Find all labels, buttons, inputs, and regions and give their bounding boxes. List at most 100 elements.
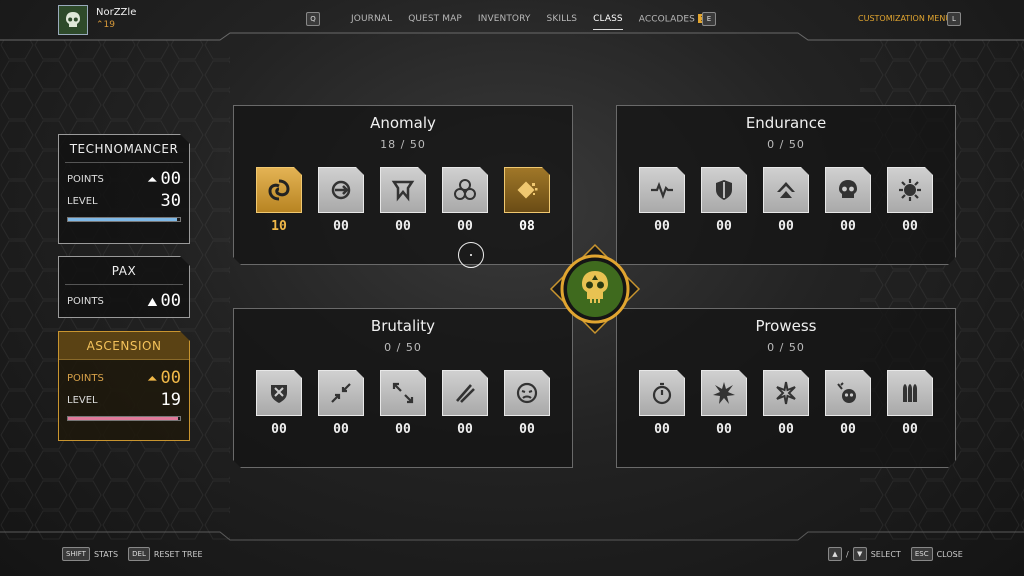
ascension-progress <box>67 416 181 421</box>
main-nav: JOURNAL QUEST MAP INVENTORY SKILLS CLASS… <box>351 14 723 29</box>
armor-icon <box>256 370 302 416</box>
cursor-reticle <box>458 242 484 268</box>
prowess-count: 0 / 50 <box>767 341 805 354</box>
technomancer-level: 30 <box>160 191 181 211</box>
tab-class[interactable]: CLASS <box>593 14 623 29</box>
close-label[interactable]: CLOSE <box>937 550 963 559</box>
select-label[interactable]: SELECT <box>871 550 901 559</box>
ascension-card[interactable]: ASCENSION POINTS ⏶ 00 LEVEL 19 <box>58 331 190 441</box>
face-icon <box>504 370 550 416</box>
prev-tab-key[interactable]: Q <box>306 12 320 26</box>
skill-value: 00 <box>716 219 732 234</box>
customization-menu-link[interactable]: CUSTOMIZATION MENU <box>858 14 951 23</box>
skill-value: 00 <box>716 422 732 437</box>
brutality-skill-3[interactable]: 00 <box>380 370 426 437</box>
spark-icon <box>763 370 809 416</box>
tab-inventory[interactable]: INVENTORY <box>478 14 531 25</box>
blades-icon <box>442 370 488 416</box>
arrows-out-icon <box>380 370 426 416</box>
arrow-up-icon <box>763 167 809 213</box>
level-chevron-icon: ⌃ <box>96 20 104 30</box>
tab-quest-map[interactable]: QUEST MAP <box>408 14 462 25</box>
pax-points-label: POINTS <box>67 295 104 307</box>
prowess-skill-4[interactable]: 00 <box>825 370 871 437</box>
next-tab-key[interactable]: E <box>702 12 716 26</box>
heartbeat-icon <box>639 167 685 213</box>
endurance-skill-4[interactable]: 00 <box>825 167 871 234</box>
prowess-tree: Prowess 0 / 50 00 00 00 00 00 <box>616 308 956 468</box>
endurance-skill-2[interactable]: 00 <box>701 167 747 234</box>
brutality-skill-2[interactable]: 00 <box>318 370 364 437</box>
ascension-points-label: POINTS <box>67 372 104 384</box>
skill-value: 00 <box>519 422 535 437</box>
stats-key[interactable]: SHIFT <box>62 547 90 561</box>
ascension-points: 00 <box>160 368 181 388</box>
endurance-skill-1[interactable]: 00 <box>639 167 685 234</box>
tab-journal[interactable]: JOURNAL <box>351 14 392 25</box>
shatter-icon <box>504 167 550 213</box>
ascension-chevron-icon: ⏶ <box>147 372 158 387</box>
skill-value: 00 <box>654 422 670 437</box>
prowess-skill-1[interactable]: 00 <box>639 370 685 437</box>
endurance-count: 0 / 50 <box>767 138 805 151</box>
endurance-skill-5[interactable]: 00 <box>887 167 933 234</box>
anomaly-skill-1[interactable]: 10 <box>256 167 302 234</box>
down-arrow-icon[interactable]: ▼ <box>852 547 867 561</box>
anomaly-skill-3[interactable]: 00 <box>380 167 426 234</box>
skill-value: 00 <box>457 219 473 234</box>
prowess-skill-3[interactable]: 00 <box>763 370 809 437</box>
skill-value: 08 <box>519 219 535 234</box>
fang-icon <box>380 167 426 213</box>
class-emblem <box>549 243 641 335</box>
bullets-icon <box>887 370 933 416</box>
footer-right: ▲ / ▼ SELECT ESC CLOSE <box>828 547 969 561</box>
skill-value: 00 <box>457 422 473 437</box>
skull-icon <box>66 12 80 27</box>
skill-value: 00 <box>271 422 287 437</box>
technomancer-title: TECHNOMANCER <box>65 135 183 163</box>
explosion-icon <box>701 370 747 416</box>
ascension-level: 19 <box>160 390 181 410</box>
brutality-skill-4[interactable]: 00 <box>442 370 488 437</box>
anomaly-skill-4[interactable]: 00 <box>442 167 488 234</box>
stats-label[interactable]: STATS <box>94 550 118 559</box>
technomancer-progress <box>67 217 181 222</box>
brutality-title: Brutality <box>370 317 436 335</box>
pax-mountain-icon: ⛰ <box>147 295 158 309</box>
skill-value: 00 <box>395 219 411 234</box>
endurance-tree: Endurance 0 / 50 00 00 00 00 00 <box>616 105 956 265</box>
burst-icon <box>318 167 364 213</box>
skill-value: 00 <box>778 219 794 234</box>
prowess-title: Prowess <box>755 317 817 335</box>
skill-value: 00 <box>840 219 856 234</box>
up-arrow-icon[interactable]: ▲ <box>828 547 842 561</box>
vortex-icon <box>256 167 302 213</box>
skill-value: 00 <box>902 219 918 234</box>
ascension-progress-fill <box>68 417 178 420</box>
endurance-title: Endurance <box>745 114 827 132</box>
prowess-skill-5[interactable]: 00 <box>887 370 933 437</box>
top-divider <box>0 32 1024 41</box>
endurance-skill-3[interactable]: 00 <box>763 167 809 234</box>
technomancer-level-label: LEVEL <box>67 195 98 207</box>
tab-skills[interactable]: SKILLS <box>547 14 578 25</box>
anomaly-skill-5[interactable]: 08 <box>504 167 550 234</box>
close-key[interactable]: ESC <box>910 547 933 561</box>
prowess-skill-2[interactable]: 00 <box>701 370 747 437</box>
technomancer-progress-fill <box>68 218 177 221</box>
anomaly-skill-2[interactable]: 00 <box>318 167 364 234</box>
skill-value: 00 <box>395 422 411 437</box>
technomancer-points: 00 <box>160 169 181 189</box>
tab-accolades[interactable]: ACCOLADES1 <box>639 14 707 25</box>
reset-key[interactable]: DEL <box>128 547 150 561</box>
stopwatch-icon <box>639 370 685 416</box>
brutality-skill-1[interactable]: 00 <box>256 370 302 437</box>
skill-value: 00 <box>333 422 349 437</box>
pax-card[interactable]: PAX POINTS ⛰ 00 <box>58 256 190 318</box>
brutality-skill-5[interactable]: 00 <box>504 370 550 437</box>
skill-value: 00 <box>902 422 918 437</box>
reset-tree-label[interactable]: RESET TREE <box>154 550 203 559</box>
customization-key[interactable]: L <box>947 12 961 26</box>
technomancer-card[interactable]: TECHNOMANCER POINTS ⏶ 00 LEVEL 30 <box>58 134 190 244</box>
brutality-tree: Brutality 0 / 50 00 00 00 00 00 <box>233 308 573 468</box>
